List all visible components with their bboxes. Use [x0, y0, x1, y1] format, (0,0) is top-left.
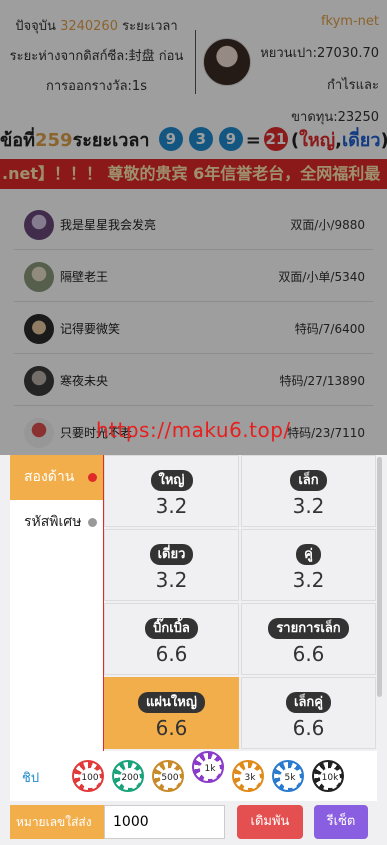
- chip-100[interactable]: 100: [72, 760, 104, 792]
- chip-10k[interactable]: 10k: [312, 760, 344, 792]
- modal-backdrop[interactable]: [0, 0, 387, 455]
- bet-option-small-list[interactable]: รายการเล็ก 6.6: [241, 603, 376, 675]
- chip-5k[interactable]: 5k: [272, 760, 304, 792]
- chip-value: 5k: [280, 768, 300, 788]
- bet-options-grid: ใหญ่ 3.2 เล็ก 3.2 เดี่ยว 3.2 คู่ 3.2 บิ๊…: [104, 455, 376, 751]
- option-odds: 3.2: [292, 494, 325, 518]
- chip-value: 200: [120, 768, 140, 788]
- tab-special-number[interactable]: รหัสพิเศษ: [10, 500, 103, 545]
- option-label: เล็ก: [290, 470, 327, 491]
- amount-label: หมายเลขใส่ส่ง: [10, 805, 104, 839]
- bet-option-big-double[interactable]: บิ๊กเบิ้ล 6.6: [104, 603, 239, 675]
- amount-input[interactable]: 1000: [104, 805, 225, 839]
- option-label: เล็กคู่: [286, 692, 331, 713]
- tab-label: รหัสพิเศษ: [24, 514, 82, 530]
- tab-indicator-dot: [88, 473, 97, 482]
- chip-1k[interactable]: 1k: [192, 751, 224, 783]
- option-label: เดี่ยว: [149, 544, 194, 565]
- bet-panel: สองด้าน รหัสพิเศษ ใหญ่ 3.2 เล็ก 3.2 เดี่…: [0, 455, 387, 845]
- option-label: คู่: [296, 544, 321, 565]
- chip-value: 1k: [200, 759, 220, 779]
- bet-option-even[interactable]: คู่ 3.2: [241, 529, 376, 601]
- tab-indicator-dot: [88, 518, 97, 527]
- bet-type-tabs: สองด้าน รหัสพิเศษ: [10, 455, 103, 751]
- option-label: แผ่นใหญ่: [138, 692, 205, 713]
- option-label: บิ๊กเบิ้ล: [145, 618, 198, 639]
- chip-200[interactable]: 200: [112, 760, 144, 792]
- page: ปัจจุบัน 3240260 ระยะเวลา ระยะห่างจากดิส…: [0, 0, 387, 845]
- bet-option-small-even[interactable]: เล็กคู่ 6.6: [241, 677, 376, 749]
- tab-two-sides[interactable]: สองด้าน: [10, 455, 103, 500]
- bet-option-big[interactable]: ใหญ่ 3.2: [104, 455, 239, 527]
- watermark-url: https://maku6.top/: [96, 418, 291, 442]
- bet-option-small[interactable]: เล็ก 3.2: [241, 455, 376, 527]
- option-label: รายการเล็ก: [268, 618, 349, 639]
- chip-value: 500: [160, 768, 180, 788]
- chip-value: 3k: [240, 768, 260, 788]
- option-odds: 6.6: [155, 642, 188, 666]
- chip-label: ชิป: [22, 771, 40, 786]
- reset-button[interactable]: รีเซ็ต: [314, 805, 368, 839]
- tab-label: สองด้าน: [24, 469, 75, 485]
- bet-option-big-sheet[interactable]: แผ่นใหญ่ 6.6: [104, 677, 239, 749]
- scrollbar[interactable]: [377, 457, 382, 697]
- option-odds: 6.6: [155, 716, 188, 740]
- chip-selector: ชิป 100 200 500 1k 3k 5k 10k: [10, 751, 377, 801]
- chip-3k[interactable]: 3k: [232, 760, 264, 792]
- chip-value: 100: [80, 768, 100, 788]
- chip-500[interactable]: 500: [152, 760, 184, 792]
- bet-option-odd[interactable]: เดี่ยว 3.2: [104, 529, 239, 601]
- option-label: ใหญ่: [150, 470, 193, 491]
- option-odds: 3.2: [155, 568, 188, 592]
- chip-value: 10k: [320, 768, 340, 788]
- bet-input-bar: หมายเลขใส่ส่ง 1000 เดิมพัน รีเซ็ต: [10, 801, 377, 845]
- option-odds: 3.2: [292, 568, 325, 592]
- option-odds: 6.6: [292, 716, 325, 740]
- option-odds: 3.2: [155, 494, 188, 518]
- option-odds: 6.6: [292, 642, 325, 666]
- submit-bet-button[interactable]: เดิมพัน: [237, 805, 303, 839]
